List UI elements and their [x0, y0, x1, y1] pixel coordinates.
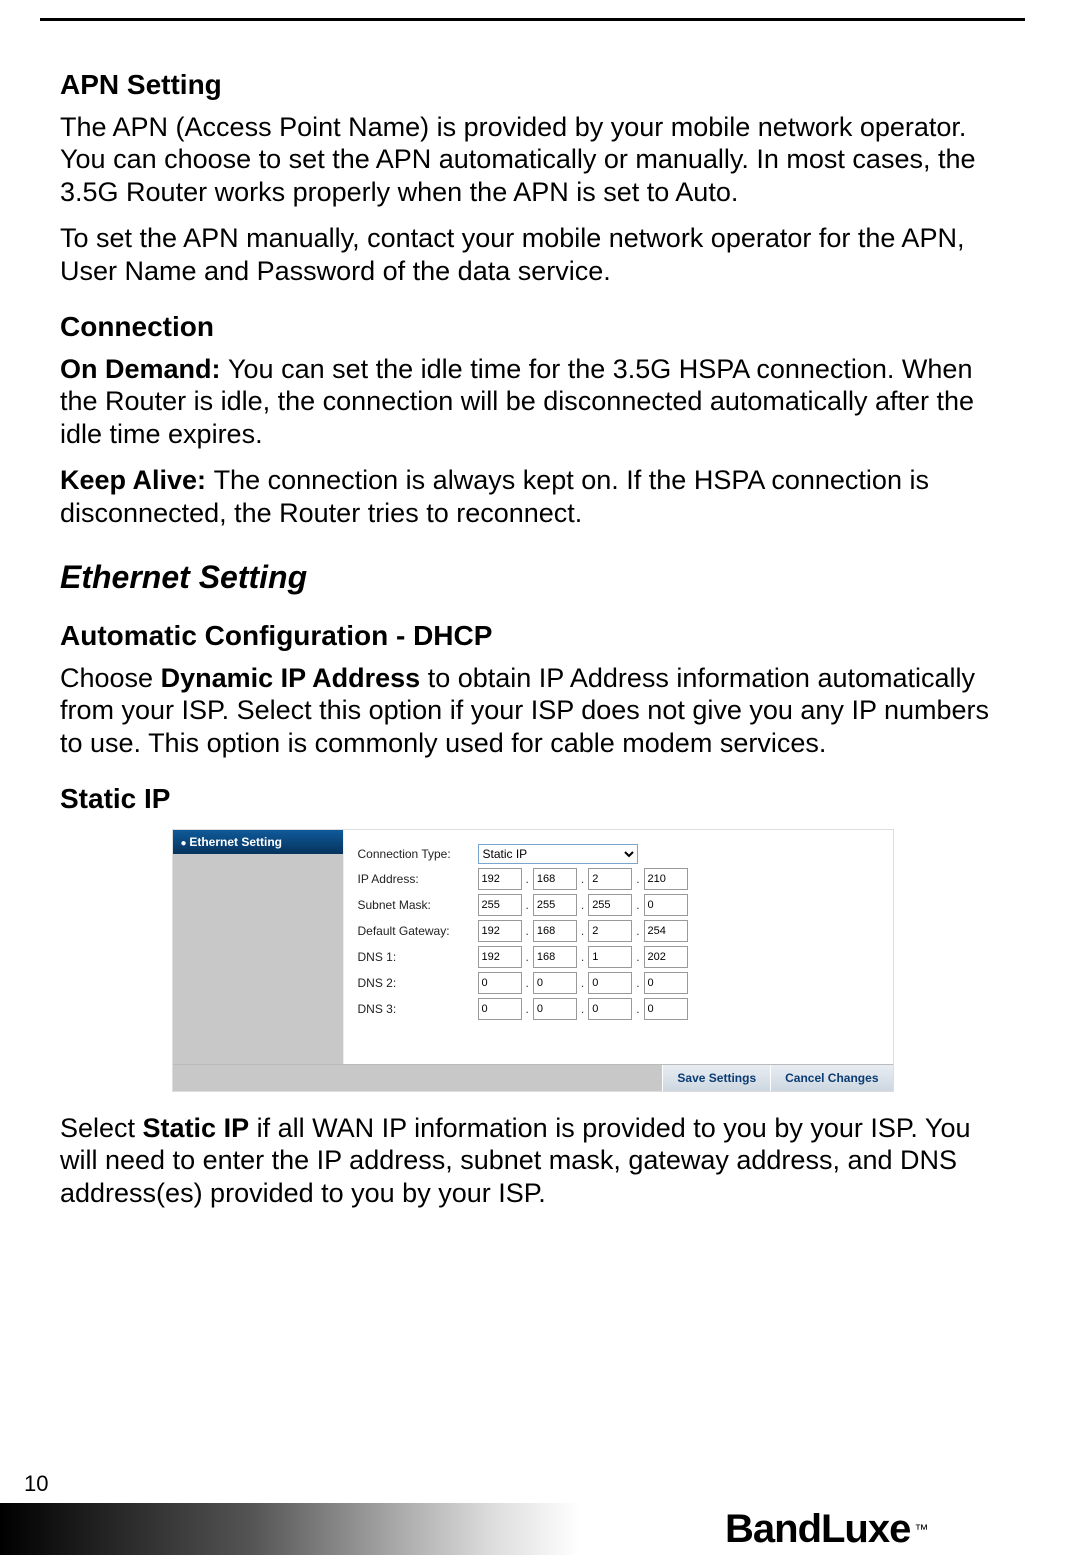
heading-apn-setting: APN Setting	[60, 69, 1005, 101]
label-ip-address: IP Address:	[358, 872, 478, 886]
para-apn-2: To set the APN manually, contact your mo…	[60, 222, 1005, 287]
subnet-mask-oct2[interactable]	[533, 894, 577, 916]
heading-connection: Connection	[60, 311, 1005, 343]
cancel-changes-button[interactable]: Cancel Changes	[770, 1065, 892, 1091]
ip-address-oct2[interactable]	[533, 868, 577, 890]
brand-logo: BandLuxe™	[725, 1503, 1065, 1555]
page-number: 10	[0, 1471, 1065, 1503]
label-dynamic-ip: Dynamic IP Address	[161, 663, 421, 693]
text-staticip-1: Select	[60, 1113, 143, 1143]
dns3-oct3[interactable]	[588, 998, 632, 1020]
default-gateway-oct1[interactable]	[478, 920, 522, 942]
label-connection-type: Connection Type:	[358, 847, 478, 861]
ip-address-oct4[interactable]	[644, 868, 688, 890]
label-dns1: DNS 1:	[358, 950, 478, 964]
label-dns2: DNS 2:	[358, 976, 478, 990]
text-dhcp-1: Choose	[60, 663, 161, 693]
label-keepalive: Keep Alive:	[60, 465, 214, 495]
ip-address-oct1[interactable]	[478, 868, 522, 890]
heading-static-ip: Static IP	[60, 783, 1005, 815]
para-keepalive: Keep Alive: The connection is always kep…	[60, 464, 1005, 529]
subnet-mask-oct3[interactable]	[588, 894, 632, 916]
para-ondemand: On Demand: You can set the idle time for…	[60, 353, 1005, 450]
default-gateway-oct2[interactable]	[533, 920, 577, 942]
label-default-gateway: Default Gateway:	[358, 924, 478, 938]
para-apn-1: The APN (Access Point Name) is provided …	[60, 111, 1005, 208]
dns3-oct1[interactable]	[478, 998, 522, 1020]
dns1-oct3[interactable]	[588, 946, 632, 968]
dns2-oct1[interactable]	[478, 972, 522, 994]
connection-type-select[interactable]: Static IP	[478, 844, 638, 864]
label-subnet-mask: Subnet Mask:	[358, 898, 478, 912]
label-static-ip-bold: Static IP	[143, 1113, 250, 1143]
dns1-oct4[interactable]	[644, 946, 688, 968]
dns3-oct2[interactable]	[533, 998, 577, 1020]
dns2-oct3[interactable]	[588, 972, 632, 994]
heading-dhcp: Automatic Configuration - DHCP	[60, 620, 1005, 652]
dns2-oct4[interactable]	[644, 972, 688, 994]
dns1-oct2[interactable]	[533, 946, 577, 968]
ip-address-oct3[interactable]	[588, 868, 632, 890]
label-ondemand: On Demand:	[60, 354, 228, 384]
para-static-ip: Select Static IP if all WAN IP informati…	[60, 1112, 1005, 1209]
sidebar-ethernet-setting[interactable]: Ethernet Setting	[173, 830, 343, 854]
save-settings-button[interactable]: Save Settings	[662, 1065, 770, 1091]
router-ui-screenshot: Ethernet Setting Connection Type: Static…	[172, 829, 894, 1092]
subnet-mask-oct1[interactable]	[478, 894, 522, 916]
default-gateway-oct4[interactable]	[644, 920, 688, 942]
dns1-oct1[interactable]	[478, 946, 522, 968]
dns3-oct4[interactable]	[644, 998, 688, 1020]
subnet-mask-oct4[interactable]	[644, 894, 688, 916]
dns2-oct2[interactable]	[533, 972, 577, 994]
heading-ethernet-setting: Ethernet Setting	[60, 559, 1005, 596]
label-dns3: DNS 3:	[358, 1002, 478, 1016]
default-gateway-oct3[interactable]	[588, 920, 632, 942]
para-dhcp: Choose Dynamic IP Address to obtain IP A…	[60, 662, 1005, 759]
